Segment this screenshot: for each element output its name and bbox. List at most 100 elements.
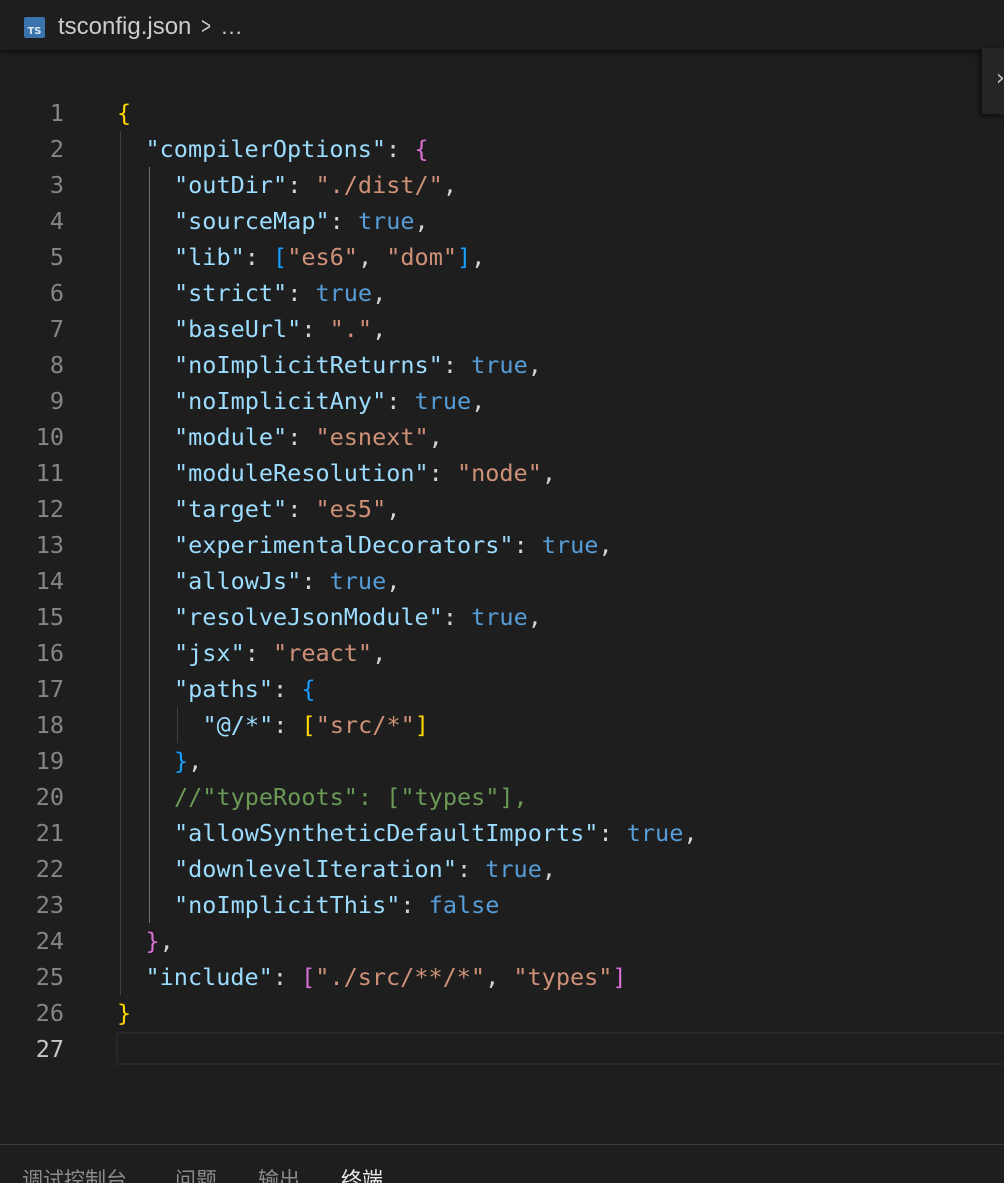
breadcrumb-file-name[interactable]: tsconfig.json	[58, 13, 191, 41]
code-line[interactable]: 2 "compilerOptions": {	[0, 131, 1004, 167]
json-key: "noImplicitThis"	[174, 891, 401, 919]
json-key: "baseUrl"	[174, 315, 302, 343]
json-string: "es6"	[287, 243, 358, 271]
bracket: [	[301, 963, 316, 991]
punctuation: :	[273, 711, 302, 739]
json-key: "@/*"	[202, 711, 274, 739]
line-number: 26	[35, 999, 64, 1027]
code-line[interactable]: 17 "paths": {	[0, 671, 1004, 707]
code-line[interactable]: 20 //"typeRoots": ["types"],	[0, 779, 1004, 815]
punctuation: ,	[372, 279, 387, 307]
code-line[interactable]: 22 "downlevelIteration": true,	[0, 851, 1004, 887]
line-number: 3	[49, 171, 64, 199]
punctuation: ,	[541, 459, 557, 487]
punctuation: :	[513, 531, 542, 559]
code-line[interactable]: 12 "target": "es5",	[0, 491, 1004, 527]
line-code: "compilerOptions": {	[146, 131, 429, 167]
code-line[interactable]: 3 "outDir": "./dist/",	[0, 167, 1004, 203]
code-line[interactable]: 9 "noImplicitAny": true,	[0, 383, 1004, 419]
punctuation: ,	[442, 171, 457, 199]
punctuation: :	[287, 171, 316, 199]
code-line[interactable]: 11 "moduleResolution": "node",	[0, 455, 1004, 491]
json-key: "allowSyntheticDefaultImports"	[174, 819, 599, 847]
json-key: "jsx"	[174, 639, 245, 667]
code-line[interactable]: 24},	[0, 923, 1004, 959]
code-line[interactable]: 25 "include": ["./src/**/*", "types"]	[0, 959, 1004, 995]
line-code: "resolveJsonModule": true,	[174, 599, 542, 635]
line-code: "paths": {	[174, 671, 316, 707]
code-line[interactable]: 18 "@/*": ["src/*"]	[0, 707, 1004, 743]
bracket: [	[273, 243, 288, 271]
json-string: "./dist/"	[315, 171, 443, 199]
tab-debug-console[interactable]: 调试控制台	[22, 1165, 127, 1183]
punctuation: ,	[414, 207, 429, 235]
json-literal: true	[471, 351, 528, 379]
punctuation: :	[287, 495, 316, 523]
json-literal: false	[428, 891, 500, 919]
punctuation: ,	[598, 531, 613, 559]
line-number: 18	[35, 711, 64, 739]
breadcrumb-symbols-more[interactable]: ...	[221, 14, 242, 40]
json-literal: true	[541, 531, 599, 559]
code-line[interactable]: 21 "allowSyntheticDefaultImports": true,	[0, 815, 1004, 851]
line-code: },	[146, 923, 174, 959]
code-line[interactable]: 4 "sourceMap": true,	[0, 203, 1004, 239]
code-line[interactable]: 8 "noImplicitReturns": true,	[0, 347, 1004, 383]
code-line[interactable]: 26}	[0, 995, 1004, 1031]
code-line[interactable]: 16 "jsx": "react",	[0, 635, 1004, 671]
code-line[interactable]: 23 "noImplicitThis": false	[0, 887, 1004, 923]
line-number: 14	[35, 567, 64, 595]
punctuation: ,	[357, 243, 387, 271]
line-number: 22	[35, 855, 64, 883]
code-line[interactable]: 13 "experimentalDecorators": true,	[0, 527, 1004, 563]
line-number: 16	[35, 639, 64, 667]
line-number: 2	[49, 135, 64, 163]
line-code: "moduleResolution": "node",	[174, 455, 556, 491]
code-line[interactable]: 5 "lib": ["es6", "dom"],	[0, 239, 1004, 275]
punctuation: :	[400, 891, 429, 919]
line-number: 12	[35, 495, 64, 523]
tab-terminal[interactable]: 终端	[341, 1165, 383, 1183]
line-code: "lib": ["es6", "dom"],	[174, 239, 485, 275]
code-line[interactable]: 7 "baseUrl": ".",	[0, 311, 1004, 347]
line-code: "@/*": ["src/*"]	[203, 707, 429, 743]
code-line[interactable]: 27	[0, 1031, 1004, 1067]
code-editor[interactable]: 1{ 2 "compilerOptions": {3 "outDir": "./dis…	[0, 50, 1004, 1144]
code-line[interactable]: 15 "resolveJsonModule": true,	[0, 599, 1004, 635]
punctuation: :	[428, 459, 457, 487]
code-line[interactable]: 10 "module": "esnext",	[0, 419, 1004, 455]
code-comment: //"typeRoots": ["types"],	[174, 783, 528, 811]
code-line[interactable]: 1{	[0, 95, 1004, 131]
bracket: }	[145, 927, 160, 955]
punctuation: :	[386, 135, 415, 163]
line-number: 23	[35, 891, 64, 919]
bracket: }	[117, 999, 132, 1027]
breadcrumb: TS tsconfig.json > ...	[0, 0, 1004, 50]
punctuation: ,	[683, 819, 698, 847]
chevron-icon: ›	[996, 66, 1004, 91]
json-key: "noImplicitAny"	[174, 387, 387, 415]
typescript-file-icon: TS	[24, 16, 45, 38]
json-literal: true	[329, 567, 387, 595]
json-key: "target"	[174, 495, 288, 523]
punctuation: ,	[386, 567, 401, 595]
tab-problems[interactable]: 问题	[175, 1165, 217, 1183]
punctuation: :	[329, 207, 358, 235]
tab-output[interactable]: 输出	[258, 1165, 300, 1183]
find-widget-toggle[interactable]: ›	[982, 48, 1004, 114]
json-literal: true	[357, 207, 415, 235]
line-code: "include": ["./src/**/*", "types"]	[146, 959, 627, 995]
line-code: //"typeRoots": ["types"],	[174, 779, 528, 815]
json-string: "esnext"	[315, 423, 429, 451]
code-line[interactable]: 19},	[0, 743, 1004, 779]
code-line[interactable]: 14 "allowJs": true,	[0, 563, 1004, 599]
punctuation: ,	[527, 351, 542, 379]
json-key: "lib"	[174, 243, 245, 271]
line-number: 4	[49, 207, 64, 235]
code-line[interactable]: 6 "strict": true,	[0, 275, 1004, 311]
json-string: "react"	[273, 639, 373, 667]
json-key: "module"	[174, 423, 288, 451]
line-number: 6	[49, 279, 64, 307]
line-number: 25	[35, 963, 64, 991]
punctuation: ,	[386, 495, 401, 523]
